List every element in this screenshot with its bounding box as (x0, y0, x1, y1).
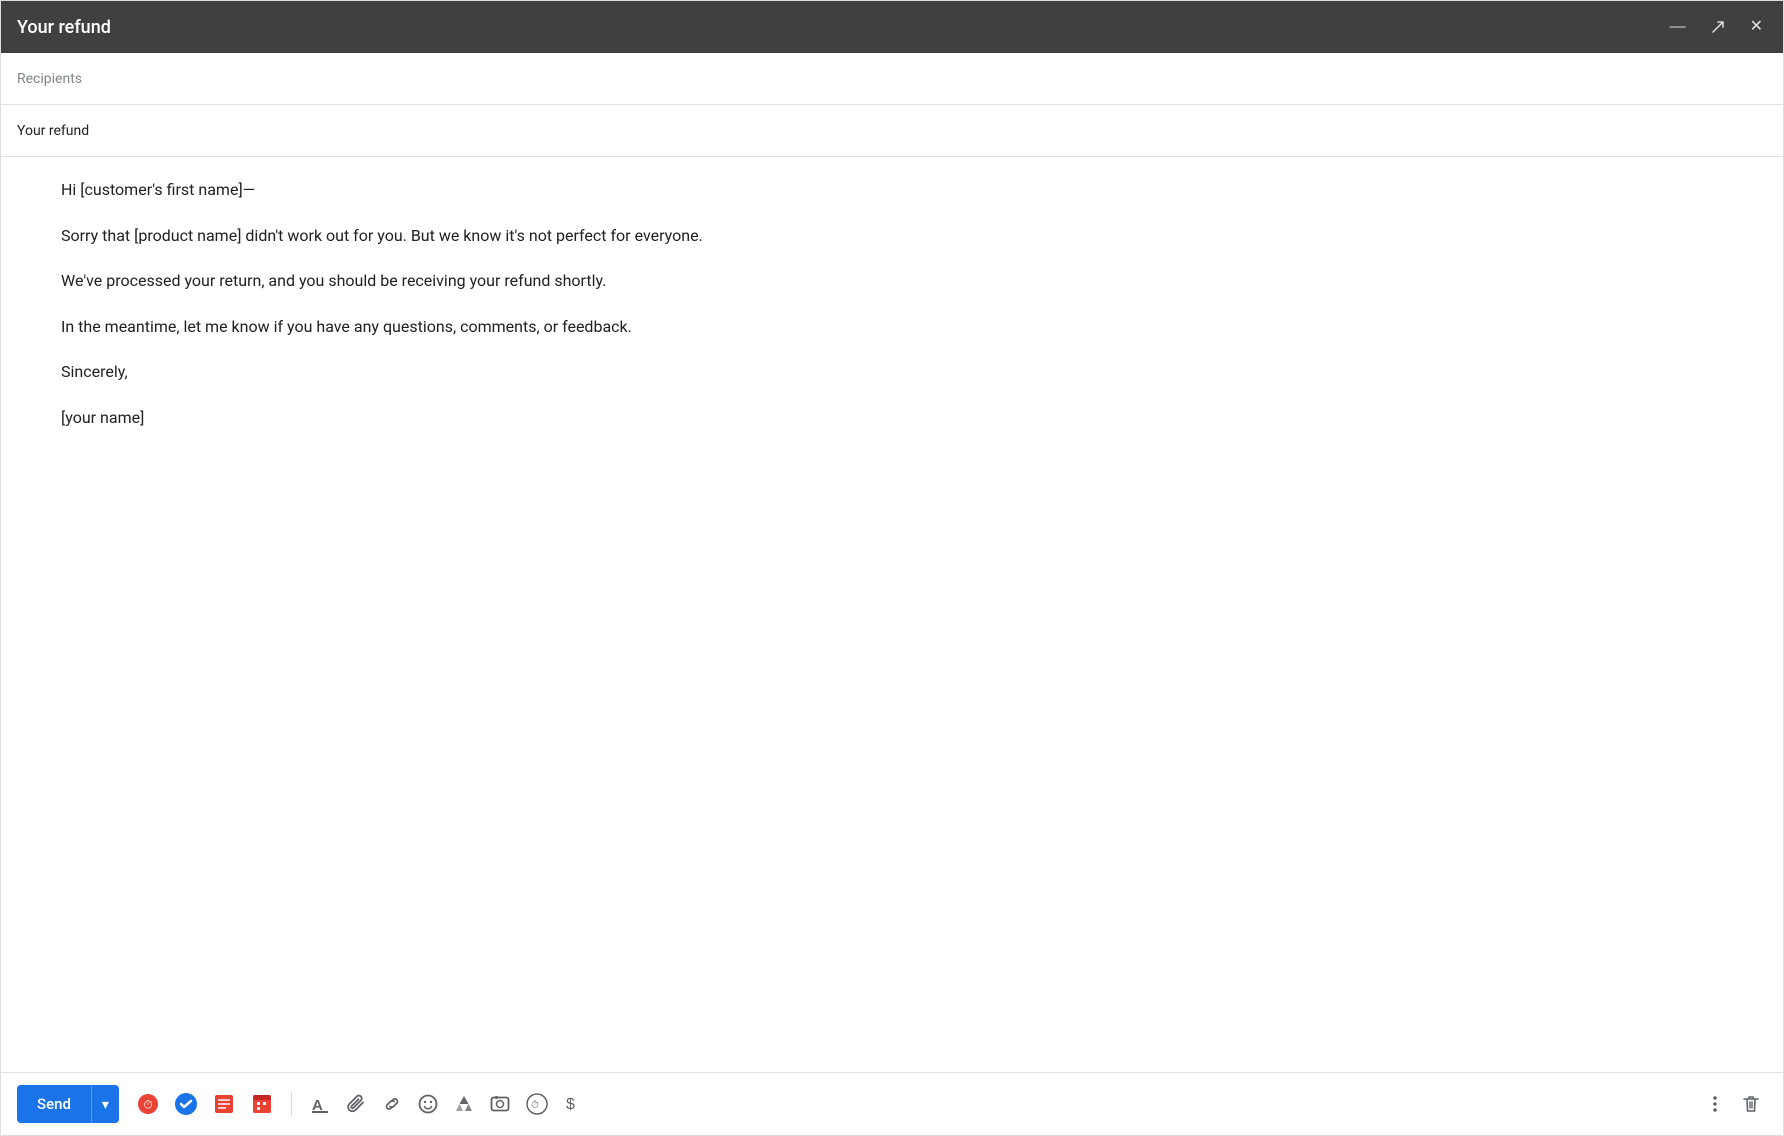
attach-button[interactable] (340, 1088, 372, 1120)
window-controls: — ✕ (1666, 15, 1767, 39)
drive-button[interactable] (448, 1088, 480, 1120)
svg-text:$: $ (566, 1096, 575, 1113)
attach-icon (346, 1094, 366, 1114)
link-icon (382, 1094, 402, 1114)
confidential-button[interactable]: ⏱ (520, 1087, 554, 1121)
resize-icon (1710, 19, 1726, 35)
send-dropdown-button[interactable]: ▾ (91, 1086, 119, 1123)
compose-window: Your refund — ✕ Hi [customer's first nam… (0, 0, 1784, 1136)
font-format-button[interactable]: A (304, 1088, 336, 1120)
signature-icon: $ (564, 1094, 584, 1114)
toolbar-divider-1 (291, 1092, 292, 1116)
window-title: Your refund (17, 17, 111, 38)
svg-text:⏱: ⏱ (143, 1098, 152, 1112)
close-button[interactable]: ✕ (1746, 15, 1767, 39)
minimize-icon: — (1670, 19, 1686, 35)
notes-button[interactable] (207, 1087, 241, 1121)
recipients-input[interactable] (17, 71, 1767, 87)
tasks-button[interactable] (169, 1087, 203, 1121)
close-icon: ✕ (1750, 19, 1763, 35)
emoji-button[interactable] (412, 1088, 444, 1120)
notes-icon (213, 1093, 235, 1115)
send-button[interactable]: Send (17, 1085, 91, 1123)
subject-row (1, 105, 1783, 157)
minimize-button[interactable]: — (1666, 15, 1690, 39)
emoji-icon (418, 1094, 438, 1114)
email-line1: Sorry that [product name] didn't work ou… (61, 223, 1723, 249)
font-format-icon: A (310, 1094, 330, 1114)
subject-input[interactable] (17, 123, 1767, 139)
more-options-icon (1705, 1094, 1725, 1114)
delete-icon (1741, 1094, 1761, 1114)
email-greeting: Hi [customer's first name]— (61, 177, 1723, 203)
email-body-area[interactable]: Hi [customer's first name]— Sorry that [… (1, 157, 1783, 1072)
schedule-send-icon: ⏱ (137, 1093, 159, 1115)
photo-icon (490, 1094, 510, 1114)
resize-button[interactable] (1706, 15, 1730, 39)
delete-button[interactable] (1735, 1088, 1767, 1120)
title-bar: Your refund — ✕ (1, 1, 1783, 53)
email-signature: [your name] (61, 405, 1723, 431)
toolbar-right (1699, 1088, 1767, 1120)
link-button[interactable] (376, 1088, 408, 1120)
svg-text:⏱: ⏱ (531, 1100, 539, 1111)
tasks-icon (175, 1093, 197, 1115)
drive-icon (454, 1094, 474, 1114)
email-line2: We've processed your return, and you sho… (61, 268, 1723, 294)
email-line3: In the meantime, let me know if you have… (61, 314, 1723, 340)
schedule-send-button[interactable]: ⏱ (131, 1087, 165, 1121)
chevron-down-icon: ▾ (102, 1096, 109, 1113)
signature-button[interactable]: $ (558, 1088, 590, 1120)
confidential-icon: ⏱ (526, 1093, 548, 1115)
email-body-content: Hi [customer's first name]— Sorry that [… (61, 177, 1723, 431)
calendar-button[interactable] (245, 1087, 279, 1121)
recipients-row (1, 53, 1783, 105)
photo-button[interactable] (484, 1088, 516, 1120)
more-options-button[interactable] (1699, 1088, 1731, 1120)
send-button-group: Send ▾ (17, 1085, 119, 1123)
calendar-icon (251, 1093, 273, 1115)
compose-toolbar: Send ▾ ⏱ (1, 1072, 1783, 1135)
email-closing: Sincerely, (61, 359, 1723, 385)
